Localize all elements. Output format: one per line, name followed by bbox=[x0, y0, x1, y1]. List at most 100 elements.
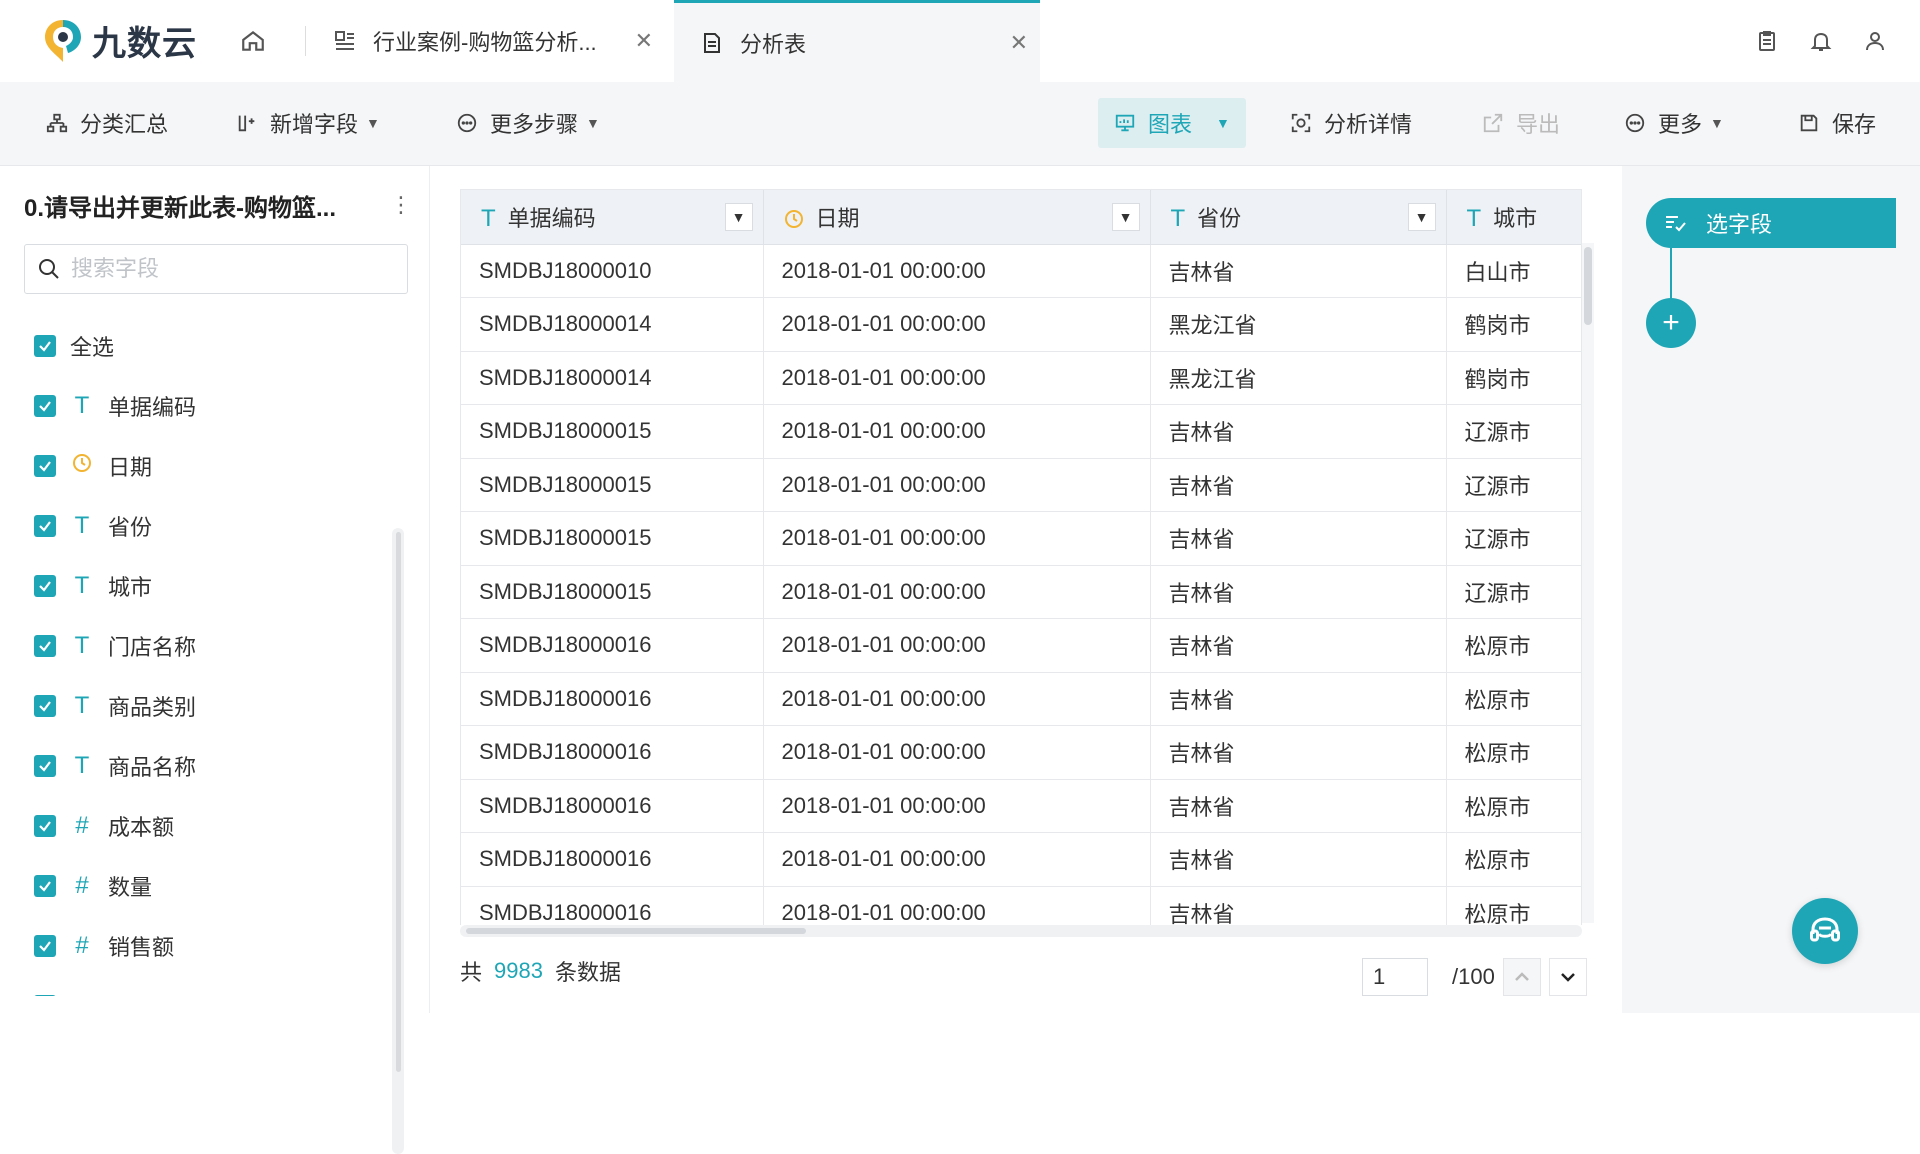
grid-horizontal-scroll-thumb[interactable] bbox=[466, 928, 806, 934]
table-cell[interactable]: 吉林省 bbox=[1150, 832, 1447, 887]
customer-service-button[interactable] bbox=[1792, 898, 1858, 964]
table-row[interactable]: SMDBJ18000016 2018-01-01 00:00:00 吉林省 松原市 bbox=[461, 779, 1581, 833]
field-item[interactable]: # 数量 bbox=[34, 856, 374, 916]
table-cell[interactable]: SMDBJ18000016 bbox=[461, 725, 764, 780]
table-cell[interactable]: SMDBJ18000014 bbox=[461, 351, 764, 405]
checkbox-checked[interactable] bbox=[34, 575, 56, 597]
column-header[interactable]: T 单据编码 ▼ bbox=[461, 190, 764, 245]
tab-shopping-basket-case[interactable]: 行业案例-购物篮分析... ✕ bbox=[305, 0, 665, 82]
column-menu-caret-icon[interactable]: ▼ bbox=[1111, 203, 1140, 231]
table-cell[interactable]: 吉林省 bbox=[1150, 404, 1447, 459]
chart-button[interactable]: 图表 ▼ bbox=[1098, 98, 1246, 148]
column-menu-caret-icon[interactable]: ▼ bbox=[724, 203, 753, 231]
field-item[interactable]: T 商品编码 bbox=[34, 976, 374, 996]
table-cell[interactable]: 鹤岗市 bbox=[1446, 297, 1581, 352]
select-all-row[interactable]: 全选 bbox=[34, 316, 374, 376]
table-row[interactable]: SMDBJ18000016 2018-01-01 00:00:00 吉林省 松原市 bbox=[461, 886, 1581, 925]
checkbox-checked[interactable] bbox=[34, 335, 56, 357]
checkbox-checked[interactable] bbox=[34, 395, 56, 417]
table-cell[interactable]: 吉林省 bbox=[1150, 458, 1447, 512]
grid-vertical-scroll-thumb[interactable] bbox=[1584, 247, 1592, 325]
table-cell[interactable]: 2018-01-01 00:00:00 bbox=[763, 886, 1151, 925]
export-button[interactable]: 导出 bbox=[1480, 98, 1560, 148]
field-item[interactable]: T 商品类别 bbox=[34, 676, 374, 736]
table-cell[interactable]: 吉林省 bbox=[1150, 779, 1447, 833]
table-row[interactable]: SMDBJ18000016 2018-01-01 00:00:00 吉林省 松原市 bbox=[461, 725, 1581, 780]
table-cell[interactable]: 松原市 bbox=[1446, 779, 1581, 833]
table-cell[interactable]: SMDBJ18000016 bbox=[461, 618, 764, 673]
table-row[interactable]: SMDBJ18000010 2018-01-01 00:00:00 吉林省 白山市 bbox=[461, 244, 1581, 298]
table-cell[interactable]: 辽源市 bbox=[1446, 458, 1581, 512]
field-search[interactable] bbox=[24, 244, 408, 294]
checkbox-checked[interactable] bbox=[34, 455, 56, 477]
table-cell[interactable]: 2018-01-01 00:00:00 bbox=[763, 565, 1151, 619]
table-cell[interactable]: SMDBJ18000016 bbox=[461, 779, 764, 833]
table-row[interactable]: SMDBJ18000016 2018-01-01 00:00:00 吉林省 松原市 bbox=[461, 832, 1581, 887]
table-row[interactable]: SMDBJ18000015 2018-01-01 00:00:00 吉林省 辽源市 bbox=[461, 565, 1581, 619]
table-cell[interactable]: 吉林省 bbox=[1150, 672, 1447, 726]
table-cell[interactable]: 吉林省 bbox=[1150, 886, 1447, 925]
field-item[interactable]: T 门店名称 bbox=[34, 616, 374, 676]
field-item[interactable]: T 城市 bbox=[34, 556, 374, 616]
bell-icon[interactable] bbox=[1806, 26, 1836, 56]
table-cell[interactable]: 松原市 bbox=[1446, 672, 1581, 726]
summary-button[interactable]: 分类汇总 bbox=[44, 98, 168, 148]
field-item[interactable]: T 省份 bbox=[34, 496, 374, 556]
table-cell[interactable]: 2018-01-01 00:00:00 bbox=[763, 351, 1151, 405]
search-input[interactable] bbox=[71, 256, 391, 282]
checkbox-checked[interactable] bbox=[34, 995, 56, 996]
add-field-button[interactable]: 新增字段 ▼ bbox=[234, 98, 380, 148]
tab-analysis-table[interactable]: 分析表 ✕ bbox=[674, 0, 1040, 82]
table-cell[interactable]: SMDBJ18000015 bbox=[461, 565, 764, 619]
close-icon[interactable]: ✕ bbox=[635, 28, 653, 54]
analysis-detail-button[interactable]: 分析详情 bbox=[1288, 98, 1412, 148]
field-item[interactable]: 日期 bbox=[34, 436, 374, 496]
add-step-button[interactable]: + bbox=[1646, 298, 1696, 348]
table-cell[interactable]: 松原市 bbox=[1446, 618, 1581, 673]
more-button[interactable]: 更多 ▼ bbox=[1622, 98, 1724, 148]
table-row[interactable]: SMDBJ18000014 2018-01-01 00:00:00 黑龙江省 鹤岗市 bbox=[461, 351, 1581, 405]
field-item[interactable]: T 单据编码 bbox=[34, 376, 374, 436]
field-item[interactable]: T 商品名称 bbox=[34, 736, 374, 796]
column-menu-caret-icon[interactable]: ▼ bbox=[1407, 203, 1436, 231]
save-button[interactable]: 保存 bbox=[1796, 98, 1876, 148]
table-cell[interactable]: 吉林省 bbox=[1150, 618, 1447, 673]
field-item[interactable]: # 成本额 bbox=[34, 796, 374, 856]
table-cell[interactable]: 辽源市 bbox=[1446, 565, 1581, 619]
table-cell[interactable]: 鹤岗市 bbox=[1446, 351, 1581, 405]
table-cell[interactable]: SMDBJ18000015 bbox=[461, 458, 764, 512]
table-row[interactable]: SMDBJ18000014 2018-01-01 00:00:00 黑龙江省 鹤岗市 bbox=[461, 297, 1581, 352]
table-cell[interactable]: 黑龙江省 bbox=[1150, 297, 1447, 352]
table-cell[interactable]: 2018-01-01 00:00:00 bbox=[763, 297, 1151, 352]
clipboard-icon[interactable] bbox=[1752, 26, 1782, 56]
checkbox-checked[interactable] bbox=[34, 515, 56, 537]
column-header[interactable]: T 省份 ▼ bbox=[1150, 190, 1447, 245]
table-cell[interactable]: SMDBJ18000015 bbox=[461, 511, 764, 566]
table-cell[interactable]: 黑龙江省 bbox=[1150, 351, 1447, 405]
checkbox-checked[interactable] bbox=[34, 935, 56, 957]
vertical-more-icon[interactable]: ⋮ bbox=[390, 192, 412, 218]
table-cell[interactable]: 松原市 bbox=[1446, 886, 1581, 925]
table-cell[interactable]: 松原市 bbox=[1446, 725, 1581, 780]
table-cell[interactable]: 吉林省 bbox=[1150, 244, 1447, 298]
table-cell[interactable]: 吉林省 bbox=[1150, 725, 1447, 780]
table-cell[interactable]: SMDBJ18000014 bbox=[461, 297, 764, 352]
table-cell[interactable]: SMDBJ18000015 bbox=[461, 404, 764, 459]
table-row[interactable]: SMDBJ18000015 2018-01-01 00:00:00 吉林省 辽源市 bbox=[461, 458, 1581, 512]
table-cell[interactable]: 2018-01-01 00:00:00 bbox=[763, 832, 1151, 887]
table-row[interactable]: SMDBJ18000015 2018-01-01 00:00:00 吉林省 辽源市 bbox=[461, 404, 1581, 459]
table-cell[interactable]: 2018-01-01 00:00:00 bbox=[763, 404, 1151, 459]
more-steps-button[interactable]: 更多步骤 ▼ bbox=[454, 98, 600, 148]
table-cell[interactable]: 吉林省 bbox=[1150, 565, 1447, 619]
table-cell[interactable]: 2018-01-01 00:00:00 bbox=[763, 511, 1151, 566]
table-cell[interactable]: 白山市 bbox=[1446, 244, 1581, 298]
table-cell[interactable]: SMDBJ18000016 bbox=[461, 886, 764, 925]
close-icon[interactable]: ✕ bbox=[1010, 30, 1028, 56]
checkbox-checked[interactable] bbox=[34, 875, 56, 897]
home-icon[interactable] bbox=[238, 26, 268, 56]
table-row[interactable]: SMDBJ18000015 2018-01-01 00:00:00 吉林省 辽源市 bbox=[461, 511, 1581, 566]
field-item[interactable]: # 销售额 bbox=[34, 916, 374, 976]
table-cell[interactable]: SMDBJ18000016 bbox=[461, 672, 764, 726]
table-cell[interactable]: 2018-01-01 00:00:00 bbox=[763, 725, 1151, 780]
select-fields-step[interactable]: 选字段 bbox=[1646, 198, 1896, 248]
